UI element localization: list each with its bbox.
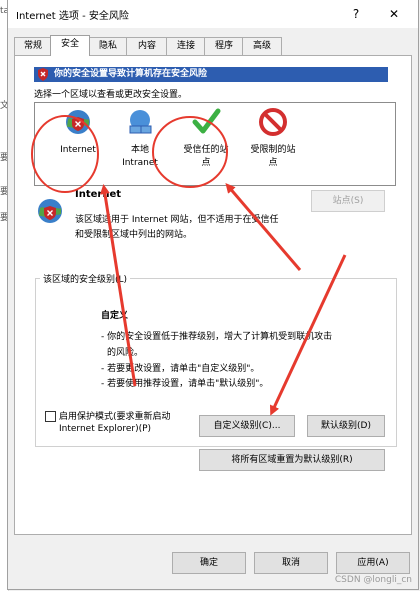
protected-mode-label: Internet Explorer)(P) bbox=[59, 424, 152, 434]
title-bar: Internet 选项 - 安全风险 ? ✕ bbox=[8, 0, 418, 28]
tab-programs[interactable]: 程序 bbox=[204, 37, 244, 55]
security-level-text: - 若要更改设置，请单击"自定义级别"。 bbox=[101, 364, 260, 374]
zone-internet[interactable]: Internet bbox=[45, 107, 111, 157]
watermark: CSDN @longli_cn bbox=[334, 575, 412, 585]
instruction-text: 选择一个区域以查看或更改安全设置。 bbox=[34, 90, 188, 100]
zone-label: 受限制的站点 bbox=[250, 145, 296, 168]
internet-options-dialog: Internet 选项 - 安全风险 ? ✕ 常规 安全 隐私 内容 连接 程序… bbox=[7, 0, 419, 590]
tab-security[interactable]: 安全 bbox=[50, 35, 90, 56]
warning-text: 你的安全设置导致计算机存在安全风险 bbox=[54, 69, 208, 79]
zone-local-intranet[interactable]: 本地 Intranet bbox=[107, 107, 173, 170]
globe-warning-icon bbox=[38, 199, 62, 223]
ok-button[interactable]: 确定 bbox=[172, 552, 246, 574]
close-button[interactable]: ✕ bbox=[380, 3, 408, 25]
zone-detail-description: 和受限制区域中列出的网站。 bbox=[75, 230, 193, 240]
security-level-legend: 该区域的安全级别(L) bbox=[40, 272, 131, 285]
globe-warning-icon bbox=[66, 110, 90, 134]
tab-privacy[interactable]: 隐私 bbox=[88, 37, 128, 55]
zone-label: 受信任的站点 bbox=[183, 145, 229, 168]
intranet-icon bbox=[129, 110, 152, 134]
security-level-text: 的风险。 bbox=[107, 348, 144, 358]
tab-content[interactable]: 内容 bbox=[126, 37, 168, 55]
protected-mode-checkbox[interactable] bbox=[45, 411, 56, 422]
zone-label: 本地 Intranet bbox=[122, 145, 158, 168]
window-title: Internet 选项 - 安全风险 bbox=[16, 11, 129, 22]
apply-button[interactable]: 应用(A) bbox=[336, 552, 410, 574]
zone-label: Internet bbox=[60, 145, 96, 155]
zone-restricted-sites[interactable]: 受限制的站点 bbox=[240, 107, 306, 170]
security-level-name: 自定义 bbox=[101, 311, 129, 321]
protected-mode-label: 启用保护模式(要求重新启动 bbox=[59, 412, 171, 422]
zone-detail-description: 该区域适用于 Internet 网站，但不适用于在受信任 bbox=[75, 215, 279, 225]
security-level-text: - 你的安全设置低于推荐级别，增大了计算机受到联机攻击 bbox=[101, 332, 333, 342]
security-warning-bar[interactable]: 你的安全设置导致计算机存在安全风险 bbox=[34, 67, 388, 82]
tab-general[interactable]: 常规 bbox=[14, 37, 52, 55]
zone-list: Internet 本地 Intranet 受信任的站点 受限制的站 点 bbox=[34, 102, 396, 186]
custom-level-button[interactable]: 自定义级别(C)... bbox=[199, 415, 295, 437]
cancel-button[interactable]: 取消 bbox=[254, 552, 328, 574]
help-button[interactable]: ? bbox=[342, 3, 370, 25]
trusted-check-icon bbox=[192, 108, 221, 134]
reset-all-zones-button[interactable]: 将所有区域重置为默认级别(R) bbox=[199, 449, 385, 471]
tab-advanced[interactable]: 高级 bbox=[242, 37, 282, 55]
zone-trusted-sites[interactable]: 受信任的站点 bbox=[173, 107, 239, 170]
zone-detail-name: Internet bbox=[75, 189, 122, 200]
security-level-text: - 若要使用推荐设置，请单击"默认级别"。 bbox=[101, 379, 269, 389]
sites-button[interactable]: 站点(S) bbox=[311, 190, 385, 212]
restricted-icon bbox=[259, 108, 287, 136]
default-level-button[interactable]: 默认级别(D) bbox=[307, 415, 385, 437]
shield-warning-icon bbox=[38, 68, 48, 81]
tab-connections[interactable]: 连接 bbox=[166, 37, 206, 55]
security-panel: 你的安全设置导致计算机存在安全风险 选择一个区域以查看或更改安全设置。 Inte… bbox=[14, 55, 412, 535]
